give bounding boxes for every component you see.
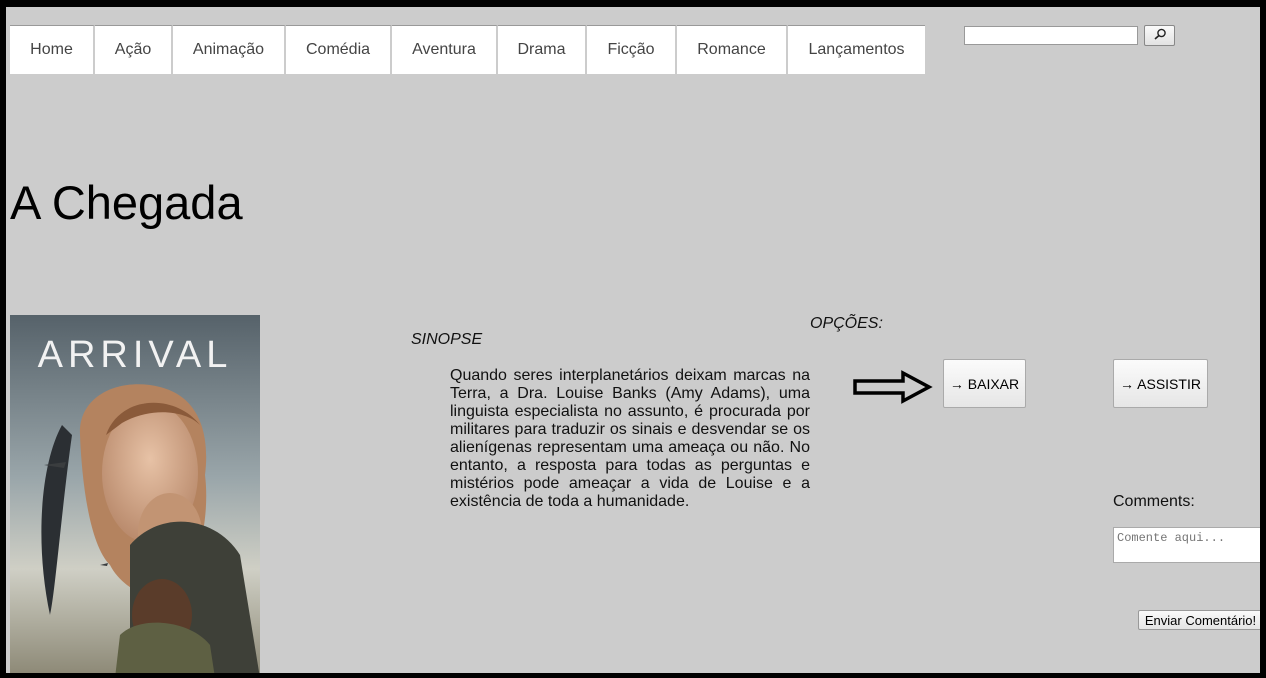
comments-label: Comments: [1113,493,1195,510]
nav-item-label: Animação [192,41,265,58]
options-label: OPÇÕES: [810,315,883,332]
nav-item-label: Lançamentos [808,41,905,58]
sinopse-label: SINOPSE [411,331,483,348]
poster-title: ARRIVAL [38,334,233,376]
nav-item-label: Ficção [607,41,655,58]
nav-item-label: Aventura [412,41,476,58]
page-frame: Home Ação Animação Comédia Aventura Dram… [0,0,1266,678]
nav-item-romance[interactable]: Romance [677,25,788,74]
nav-item-lancamentos[interactable]: Lançamentos [788,25,925,74]
nav-item-acao[interactable]: Ação [95,25,173,74]
page-title: A Chegada [10,176,243,229]
nav-item-label: Drama [517,41,566,58]
main-nav: Home Ação Animação Comédia Aventura Dram… [10,25,925,74]
search-icon [1153,27,1167,45]
nav-item-label: Comédia [305,41,371,58]
send-comment-button[interactable]: Enviar Comentário! [1138,610,1260,630]
nav-item-ficcao[interactable]: Ficção [587,25,677,74]
nav-item-drama[interactable]: Drama [498,25,587,74]
nav-item-label: Ação [114,41,152,58]
movie-poster: ARRIVAL [10,315,260,673]
search-button[interactable] [1144,25,1175,46]
comment-input[interactable] [1113,527,1260,563]
nav-item-animacao[interactable]: Animação [173,25,286,74]
nav-item-label: Romance [697,41,766,58]
watch-button[interactable]: → ASSISTIR [1113,359,1208,408]
arrow-right-outline-icon [853,370,933,409]
nav-item-label: Home [30,41,73,58]
nav-item-aventura[interactable]: Aventura [392,25,498,74]
nav-item-home[interactable]: Home [10,25,95,74]
sinopse-text: Quando seres interplanetários deixam mar… [450,367,810,510]
download-button[interactable]: → BAIXAR [943,359,1026,408]
search-input[interactable] [964,26,1138,45]
nav-item-comedia[interactable]: Comédia [286,25,392,74]
